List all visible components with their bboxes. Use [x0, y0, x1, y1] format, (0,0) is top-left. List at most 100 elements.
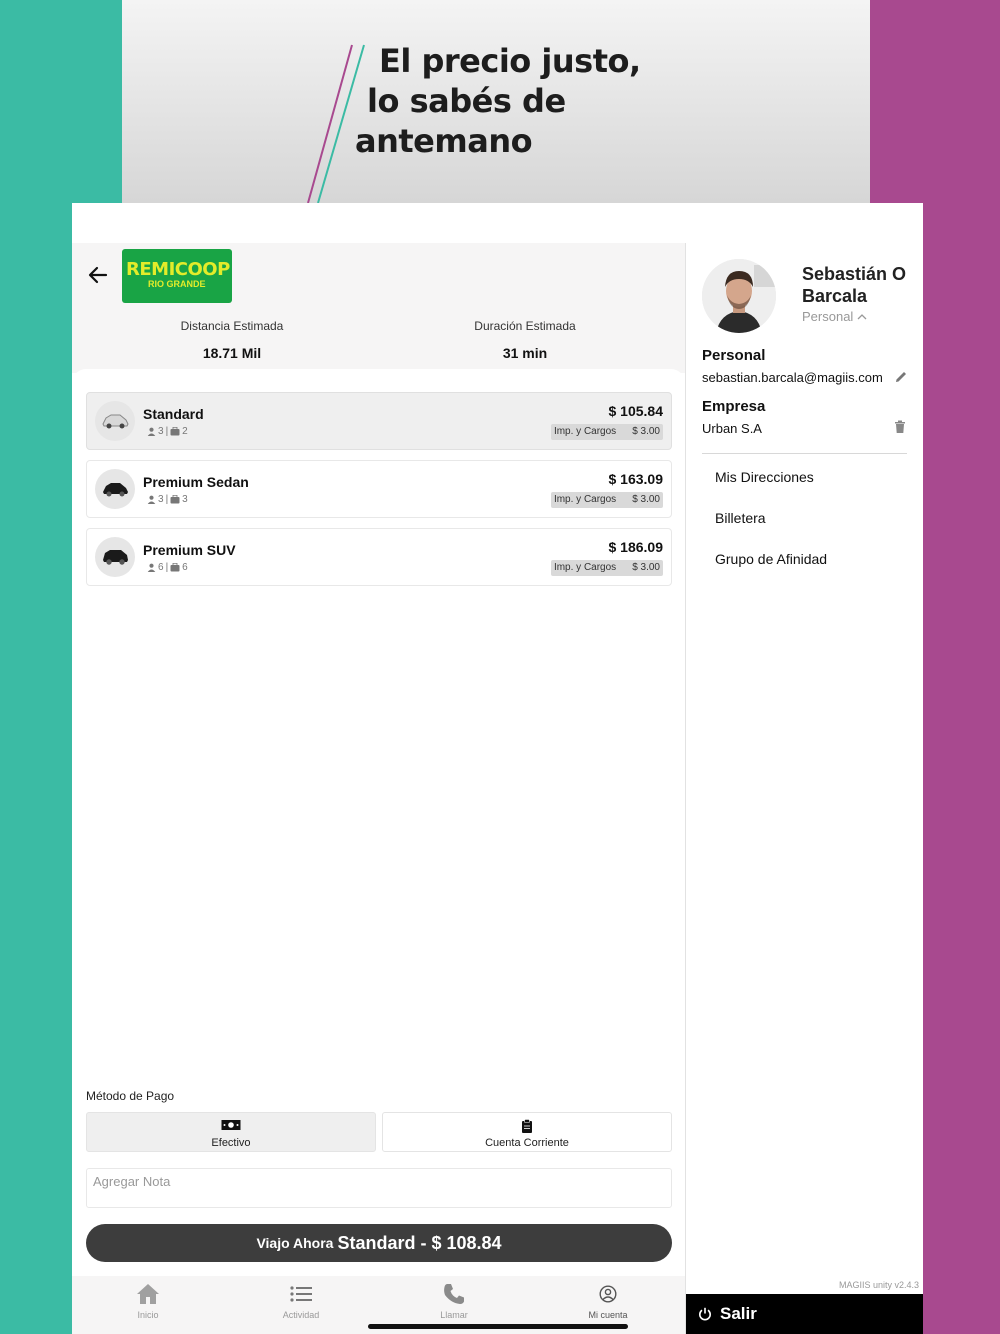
tab-label: Inicio — [137, 1310, 159, 1320]
vehicle-option-standard[interactable]: Standard 3 | 2 $ 105.84 Imp. y Cargos $ … — [86, 392, 672, 450]
menu-item-affinity-group[interactable]: Grupo de Afinidad — [715, 551, 827, 567]
logout-label: Salir — [720, 1304, 757, 1323]
vehicle-name: Standard — [143, 406, 204, 422]
company-section-title: Empresa — [702, 398, 766, 415]
menu-item-addresses[interactable]: Mis Direcciones — [715, 469, 814, 485]
payment-cash-label: Efectivo — [211, 1137, 251, 1149]
tax-badge: Imp. y Cargos $ 3.00 — [550, 492, 663, 508]
tax-label: Imp. y Cargos — [553, 562, 617, 573]
menu-item-wallet[interactable]: Billetera — [715, 510, 766, 526]
car-icon — [103, 483, 128, 497]
chevron-up-icon — [857, 313, 867, 319]
luggage-count: 6 — [182, 562, 188, 573]
cta-prefix: Viajo Ahora — [256, 1235, 334, 1251]
duration-stat: Duración Estimada 31 min — [425, 319, 625, 361]
booking-panel: REMICOOP RIO GRANDE Distancia Estimada 1… — [72, 243, 685, 1334]
vehicle-option-premium-sedan[interactable]: Premium Sedan 3 | 3 $ 163.09 Imp. y Carg… — [86, 460, 672, 518]
section-divider — [702, 453, 907, 454]
home-icon — [137, 1284, 159, 1304]
payment-cash-button[interactable]: Efectivo — [86, 1112, 376, 1152]
clipboard-icon — [522, 1119, 532, 1133]
avatar-photo — [702, 259, 776, 333]
promo-banner: El precio justo, lo sabés de antemano — [122, 0, 870, 203]
vehicle-capacity: 6 | 6 — [147, 562, 188, 573]
passenger-icon — [147, 495, 156, 504]
vehicle-price: $ 163.09 — [608, 471, 664, 487]
luggage-count: 2 — [182, 426, 188, 437]
passenger-icon — [147, 427, 156, 436]
passenger-count: 3 — [158, 426, 164, 437]
vehicle-price: $ 105.84 — [608, 403, 664, 419]
tab-label: Llamar — [440, 1310, 468, 1320]
vehicle-option-premium-suv[interactable]: Premium SUV 6 | 6 $ 186.09 Imp. y Cargos… — [86, 528, 672, 586]
tax-label: Imp. y Cargos — [553, 494, 617, 505]
banner-line-1: El precio justo, — [379, 42, 641, 80]
tab-mi-cuenta[interactable]: Mi cuenta — [548, 1282, 668, 1320]
vehicle-price: $ 186.09 — [608, 539, 664, 555]
vehicle-capacity: 3 | 3 — [147, 494, 188, 505]
company-logo: REMICOOP RIO GRANDE — [122, 249, 232, 303]
vehicle-name: Premium SUV — [143, 542, 236, 558]
cash-icon — [221, 1120, 241, 1130]
tab-llamar[interactable]: Llamar — [394, 1282, 514, 1320]
logo-main-text: REMICOOP — [126, 259, 230, 280]
car-icon — [102, 414, 129, 429]
vehicle-name: Premium Sedan — [143, 474, 249, 490]
cta-main: Standard - $ 108.84 — [337, 1232, 502, 1253]
logout-button[interactable]: Salir — [686, 1294, 923, 1334]
luggage-icon — [170, 495, 180, 504]
edit-icon[interactable] — [894, 370, 908, 384]
payment-account-button[interactable]: Cuenta Corriente — [382, 1112, 672, 1152]
avatar[interactable] — [702, 259, 776, 333]
note-input[interactable]: Agregar Nota — [86, 1168, 672, 1208]
trash-icon[interactable] — [894, 420, 906, 434]
tab-actividad[interactable]: Actividad — [241, 1282, 361, 1320]
back-arrow-icon[interactable] — [86, 263, 110, 287]
tab-inicio[interactable]: Inicio — [88, 1282, 208, 1320]
phone-icon — [444, 1284, 464, 1304]
vehicle-capacity: 3 | 2 — [147, 426, 188, 437]
profile-type-selector[interactable]: Personal — [802, 309, 867, 324]
tax-badge: Imp. y Cargos $ 3.00 — [550, 560, 663, 576]
company-name: Urban S.A — [702, 421, 762, 436]
tax-value: $ 3.00 — [632, 426, 660, 437]
luggage-icon — [170, 427, 180, 436]
passenger-count: 3 — [158, 494, 164, 505]
personal-email: sebastian.barcala@magiis.com — [702, 370, 883, 385]
account-icon — [599, 1285, 617, 1303]
power-icon — [699, 1307, 711, 1321]
trip-header: REMICOOP RIO GRANDE Distancia Estimada 1… — [72, 243, 685, 373]
capacity-separator: | — [165, 562, 169, 573]
car-thumbnail — [95, 401, 135, 441]
list-icon — [290, 1286, 312, 1302]
tax-badge: Imp. y Cargos $ 3.00 — [550, 424, 663, 440]
luggage-icon — [170, 563, 180, 572]
banner-line-3: antemano — [355, 122, 533, 160]
duration-value: 31 min — [502, 345, 548, 361]
car-thumbnail — [95, 469, 135, 509]
passenger-count: 6 — [158, 562, 164, 573]
distance-stat: Distancia Estimada 18.71 Mil — [132, 319, 332, 361]
profile-type-label: Personal — [802, 309, 854, 324]
app-version: MAGIIS unity v2.4.3 — [838, 1280, 919, 1290]
capacity-separator: | — [165, 494, 169, 505]
profile-panel: Sebastián O Barcala Personal Personal se… — [686, 243, 923, 1334]
tab-label: Actividad — [282, 1310, 320, 1320]
personal-section-title: Personal — [702, 347, 766, 364]
distance-value: 18.71 Mil — [202, 345, 262, 361]
banner-line-2: lo sabés de — [367, 82, 566, 120]
payment-account-label: Cuenta Corriente — [485, 1137, 569, 1149]
distance-label: Distancia Estimada — [180, 319, 284, 333]
vehicle-list: Standard 3 | 2 $ 105.84 Imp. y Cargos $ … — [72, 369, 685, 1079]
user-name: Sebastián O Barcala — [802, 264, 907, 306]
tax-value: $ 3.00 — [632, 494, 660, 505]
suv-icon — [103, 550, 128, 565]
luggage-count: 3 — [182, 494, 188, 505]
tax-label: Imp. y Cargos — [553, 426, 617, 437]
passenger-icon — [147, 563, 156, 572]
car-thumbnail — [95, 537, 135, 577]
payment-method-label: Método de Pago — [86, 1089, 175, 1103]
home-indicator — [368, 1324, 628, 1329]
request-trip-button[interactable]: Viajo Ahora Standard - $ 108.84 — [86, 1224, 672, 1262]
tab-label: Mi cuenta — [588, 1310, 628, 1320]
